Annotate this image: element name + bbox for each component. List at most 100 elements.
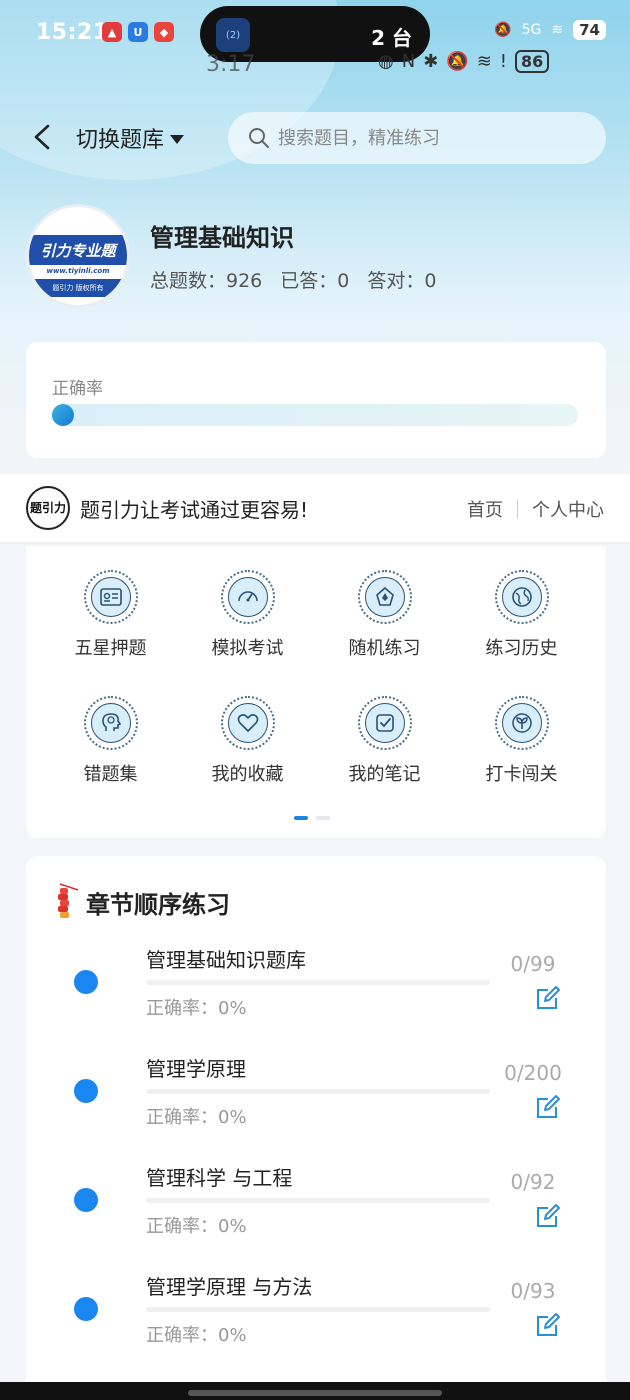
wifi-icon: ≋ xyxy=(476,51,492,72)
page-indicator xyxy=(294,816,330,820)
bank-logo: 引力专业题 www.tiyinli.com 题引力 版权所有 xyxy=(26,204,130,308)
banner-links: 首页 个人中心 xyxy=(467,496,604,522)
chapter-name: 管理学原理 xyxy=(146,1057,246,1081)
id-card-icon xyxy=(99,588,122,606)
home-link[interactable]: 首页 xyxy=(467,496,503,522)
chapter-count: 0/93 xyxy=(510,1279,556,1303)
grid-item-mock-exam[interactable]: 模拟考试 xyxy=(179,570,316,660)
grid-item-random-practice[interactable]: 随机练习 xyxy=(316,570,453,660)
edit-icon[interactable] xyxy=(534,1311,562,1339)
compass-icon xyxy=(375,586,394,606)
chapter-bullet xyxy=(74,1188,98,1212)
edit-icon[interactable] xyxy=(534,984,562,1012)
chapter-practice-card: 章节顺序练习 管理基础知识题库 正确率：0% 0/99 管理学原理 正确率：0%… xyxy=(26,856,606,1400)
chapter-rate: 正确率：0% xyxy=(146,998,247,1019)
note-check-icon xyxy=(375,714,394,732)
caret-down-icon xyxy=(170,134,185,144)
grid-item-wrong-questions[interactable]: 错题集 xyxy=(42,696,179,786)
chapter-bullet xyxy=(74,1297,98,1321)
chapter-count: 0/200 xyxy=(504,1061,562,1085)
chapter-rate: 正确率：0% xyxy=(146,1216,247,1237)
chapter-item[interactable]: 管理基础知识题库 正确率：0% 0/99 xyxy=(26,940,606,1040)
ghost-time: 3:17 xyxy=(206,52,256,77)
search-bar[interactable] xyxy=(228,112,606,164)
chapter-item[interactable]: 管理科学 与工程 正确率：0% 0/92 xyxy=(26,1158,606,1258)
island-text: 2 台 xyxy=(371,26,412,50)
speedometer-icon xyxy=(237,591,258,602)
accuracy-label: 正确率 xyxy=(52,379,103,399)
grid-item-five-star[interactable]: 五星押题 xyxy=(42,570,179,660)
back-arrow-icon[interactable] xyxy=(30,122,54,152)
broadcast-icon: (2) xyxy=(216,18,250,52)
alert-icon: ! xyxy=(499,51,508,72)
brain-head-icon xyxy=(101,713,121,731)
mute-icon: 🔕 xyxy=(494,22,512,38)
personal-center-link[interactable]: 个人中心 xyxy=(532,496,604,522)
correct-count: 答对：0 xyxy=(367,270,437,292)
chapter-count: 0/92 xyxy=(510,1170,556,1194)
ghost-battery: 86 xyxy=(515,50,550,73)
sprout-icon xyxy=(511,713,532,733)
chapter-item[interactable]: 管理学原理 正确率：0% 0/200 xyxy=(26,1049,606,1149)
firecracker-icon xyxy=(58,883,79,918)
grid-item-notes[interactable]: 我的笔记 xyxy=(316,696,453,786)
chapter-name: 管理基础知识题库 xyxy=(146,948,306,972)
home-indicator[interactable] xyxy=(188,1390,442,1396)
accuracy-progress-bar xyxy=(52,404,578,426)
accuracy-progress-fill xyxy=(52,404,74,426)
page-dot xyxy=(316,816,330,820)
search-input[interactable] xyxy=(278,127,578,149)
top-header: 切换题库 xyxy=(0,108,630,166)
chapter-name: 管理学原理 与方法 xyxy=(146,1275,313,1299)
system-nav-bar xyxy=(0,1382,630,1400)
logo-text: 引力专业题 xyxy=(29,235,127,265)
heart-icon xyxy=(237,714,258,732)
answered-count: 已答：0 xyxy=(280,270,350,292)
promo-banner: 题引力 题引力让考试通过更容易! 首页 个人中心 xyxy=(0,474,630,542)
globe-icon xyxy=(511,587,532,607)
chapter-item[interactable]: 管理学原理 与方法 正确率：0% 0/93 xyxy=(26,1267,606,1367)
logo-footer: 题引力 版权所有 xyxy=(29,279,127,297)
chapter-progress-track xyxy=(146,980,490,985)
chapter-bullet xyxy=(74,970,98,994)
chapter-progress-track xyxy=(146,1198,490,1203)
app-notification-icon: ◆ xyxy=(154,22,174,42)
total-questions: 总题数：926 xyxy=(150,270,263,292)
mute-icon: 🔕 xyxy=(446,51,469,72)
accuracy-card: 正确率 xyxy=(26,342,606,458)
function-grid: 五星押题 模拟考试 随机练习 练习历史 错题集 我的收藏 我的笔记 打卡闯关 xyxy=(26,546,606,838)
grid-item-favorites[interactable]: 我的收藏 xyxy=(179,696,316,786)
globe-icon: ◍ xyxy=(378,51,394,72)
logo-url: www.tiyinli.com xyxy=(46,267,110,275)
status-app-icons: ▲ U ◆ xyxy=(102,22,174,42)
chapter-title: 章节顺序练习 xyxy=(86,890,230,919)
wifi-icon: ≋ xyxy=(551,22,564,38)
status-bar: 15:21 ▲ U ◆ (2) 2 台 3:17 ◍ N ✱ 🔕 ≋ ! 86 … xyxy=(0,0,630,77)
battery-level: 74 xyxy=(573,20,606,40)
app-notification-icon: U xyxy=(128,22,148,42)
status-time: 15:21 xyxy=(36,20,109,45)
switch-bank-dropdown[interactable]: 切换题库 xyxy=(76,122,185,154)
switch-bank-label: 切换题库 xyxy=(76,128,165,153)
grid-item-checkin[interactable]: 打卡闯关 xyxy=(453,696,590,786)
page-dot-active xyxy=(294,816,308,820)
bluetooth-icon: ✱ xyxy=(423,51,439,72)
nfc-icon: N xyxy=(401,51,416,72)
banner-slogan: 题引力让考试通过更容易! xyxy=(80,498,309,522)
bank-stats: 总题数：926 已答：0 答对：0 xyxy=(150,266,436,293)
chapter-bullet xyxy=(74,1079,98,1103)
chapter-rate: 正确率：0% xyxy=(146,1325,247,1346)
chapter-name: 管理科学 与工程 xyxy=(146,1166,293,1190)
search-icon xyxy=(249,128,269,148)
ghost-status-icons: ◍ N ✱ 🔕 ≋ ! 86 xyxy=(378,50,550,73)
status-right: 🔕 5G ≋ 74 xyxy=(494,20,606,40)
chapter-count: 0/99 xyxy=(510,952,556,976)
network-label: 5G xyxy=(521,22,542,38)
chapter-rate: 正确率：0% xyxy=(146,1107,247,1128)
chapter-progress-track xyxy=(146,1307,490,1312)
edit-icon[interactable] xyxy=(534,1093,562,1121)
edit-icon[interactable] xyxy=(534,1202,562,1230)
grid-item-practice-history[interactable]: 练习历史 xyxy=(453,570,590,660)
chapter-progress-track xyxy=(146,1089,490,1094)
chapter-header: 章节顺序练习 xyxy=(54,880,230,924)
